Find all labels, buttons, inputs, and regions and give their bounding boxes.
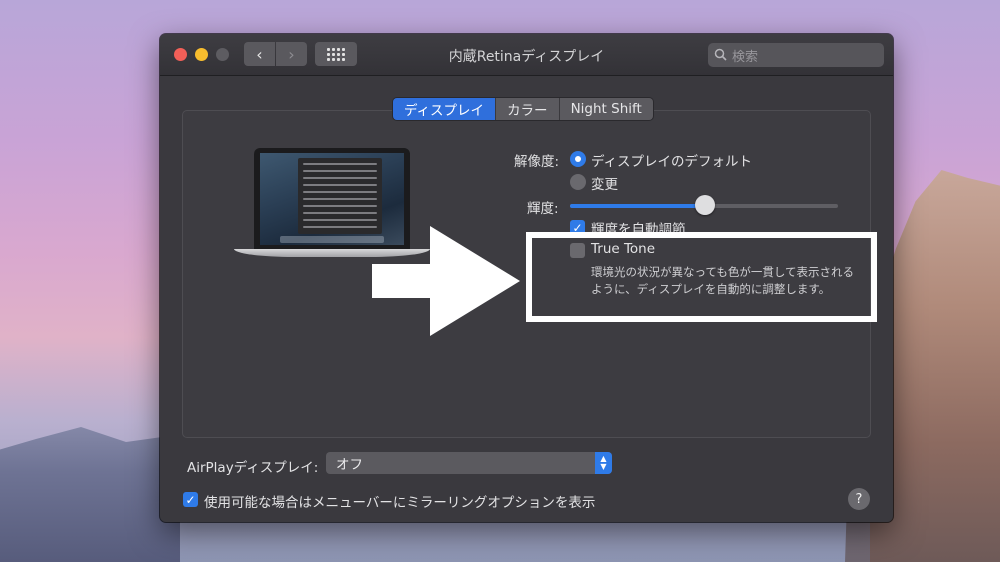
brightness-label: 輝度: <box>527 201 559 217</box>
tab-display[interactable]: ディスプレイ <box>393 98 497 120</box>
tab-night-shift[interactable]: Night Shift <box>559 98 653 120</box>
airplay-label: AirPlayディスプレイ: <box>187 460 319 476</box>
checkmark-icon: ✓ <box>185 492 196 507</box>
airplay-select[interactable]: オフ ▲ ▼ <box>326 452 612 474</box>
airplay-select-value: オフ <box>336 457 363 473</box>
resolution-scaled-radio[interactable] <box>570 174 586 190</box>
annotation-highlight-box <box>526 232 877 322</box>
wallpaper-mountain-left <box>0 427 180 562</box>
titlebar: ‹ › 内蔵Retinaディスプレイ 検索 <box>160 34 893 76</box>
resolution-default-radio[interactable] <box>570 151 586 167</box>
resolution-scaled-label[interactable]: 変更 <box>591 173 618 193</box>
search-icon <box>714 48 727 61</box>
tab-bar: ディスプレイ カラー Night Shift <box>393 98 653 120</box>
brightness-slider-thumb[interactable] <box>695 195 715 215</box>
tab-color[interactable]: カラー <box>496 98 560 120</box>
brightness-slider-fill <box>570 204 704 208</box>
screen-document <box>298 158 382 234</box>
mirroring-checkbox[interactable]: ✓ <box>183 492 198 507</box>
select-arrows-icon: ▲ ▼ <box>595 452 612 474</box>
mirroring-label[interactable]: 使用可能な場合はメニューバーにミラーリングオプションを表示 <box>204 491 595 511</box>
screen-dock <box>280 236 384 243</box>
annotation-arrow-icon <box>372 226 520 336</box>
search-placeholder: 検索 <box>732 49 759 65</box>
resolution-label: 解像度: <box>514 154 560 170</box>
search-field[interactable]: 検索 <box>708 43 884 67</box>
help-button[interactable]: ? <box>848 488 870 510</box>
resolution-default-label[interactable]: ディスプレイのデフォルト <box>591 150 752 170</box>
